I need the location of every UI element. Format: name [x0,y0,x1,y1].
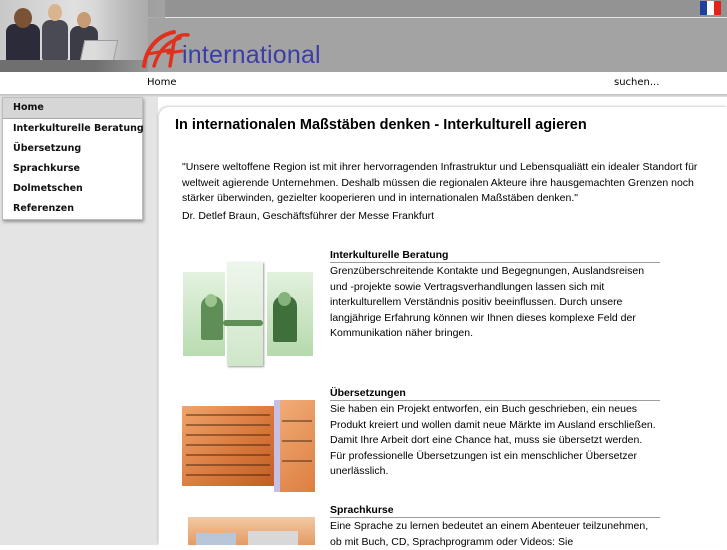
sidebar-item-uebersetzung[interactable]: Übersetzung [3,139,142,159]
section-text-uebersetzungen: Sie haben ein Projekt entworfen, ein Buc… [330,403,656,478]
sidebar-menu: Home Interkulturelle Beratung Übersetzun… [2,97,144,220]
quote-text: "Unsere weltoffene Region ist mit ihrer … [182,161,698,204]
sidebar-item-home[interactable]: Home [3,98,142,119]
document-text-image [182,400,315,492]
sidebar-item-dolmetschen[interactable]: Dolmetschen [3,179,142,199]
section-text-interkulturelle-beratung: Grenzüberschreitende Kontakte und Begegn… [330,265,645,340]
handshake-image [183,262,313,370]
breadcrumb-home-link[interactable]: Home [147,77,177,88]
sidebar-item-referenzen[interactable]: Referenzen [3,199,142,219]
language-course-image [188,517,315,545]
page-title: In internationalen Maßstäben denken - In… [175,117,587,133]
section-title-interkulturelle-beratung[interactable]: Interkulturelle Beratung [330,249,660,263]
logo-text: international [182,41,321,69]
sidebar: Home Interkulturelle Beratung Übersetzun… [0,97,158,545]
section-text-sprachkurse: Eine Sprache zu lernen bedeutet an einem… [330,520,649,548]
breadcrumb-bar: Home suchen... [0,72,727,94]
sidebar-item-sprachkurse[interactable]: Sprachkurse [3,159,142,179]
sidebar-item-interkulturelle-beratung[interactable]: Interkulturelle Beratung [3,119,144,139]
section-title-sprachkurse[interactable]: Sprachkurse [330,504,660,518]
french-flag-icon[interactable] [700,1,721,15]
header: international [0,0,727,72]
search-link[interactable]: suchen... [614,77,659,88]
section-title-uebersetzungen[interactable]: Übersetzungen [330,387,660,401]
quote-author: Dr. Detlef Braun, Geschäftsführer der Me… [182,210,435,222]
